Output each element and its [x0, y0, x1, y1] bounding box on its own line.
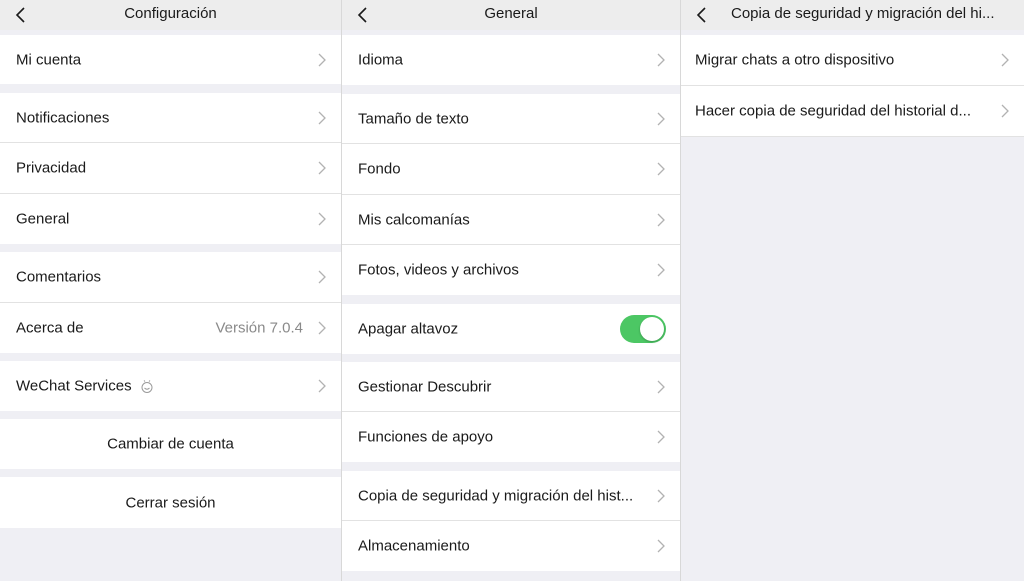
page-title: Copia de seguridad y migración del hi... [731, 5, 995, 22]
backup-item-migrate[interactable]: Migrar chats a otro dispositivo [681, 35, 1024, 86]
settings-screen: Configuración Mi cuenta Notificaciones P… [0, 0, 341, 581]
row-label: Copia de seguridad y migración del hist.… [358, 487, 634, 504]
chevron-right-icon [318, 53, 326, 66]
chevron-right-icon [318, 212, 326, 226]
settings-item-privacy[interactable]: Privacidad [0, 143, 341, 194]
row-label: Almacenamiento [358, 537, 470, 555]
row-label: Tamaño de texto [358, 110, 469, 127]
chevron-right-icon [657, 162, 665, 176]
chevron-right-icon [1001, 53, 1009, 67]
row-label: Notificaciones [16, 109, 110, 126]
row-label: Hacer copia de seguridad del historial d… [695, 102, 971, 120]
chevron-right-icon [1001, 104, 1009, 118]
chevron-right-icon [657, 263, 665, 277]
services-icon [141, 380, 153, 394]
back-icon[interactable] [695, 5, 709, 25]
general-item-manage-discover[interactable]: Gestionar Descubrir [342, 362, 680, 412]
general-item-stickers[interactable]: Mis calcomanías [342, 195, 680, 245]
general-item-background[interactable]: Fondo [342, 144, 680, 195]
chevron-right-icon [318, 161, 326, 175]
general-item-backup-migration[interactable]: Copia de seguridad y migración del hist.… [342, 471, 680, 521]
backup-screen: Copia de seguridad y migración del hi...… [680, 0, 1024, 581]
chevron-right-icon [657, 213, 665, 226]
speaker-off-toggle[interactable] [620, 315, 666, 343]
settings-item-feedback[interactable]: Comentarios [0, 252, 341, 303]
row-label: Idioma [358, 51, 404, 69]
version-label: Versión 7.0.4 [215, 319, 303, 337]
backup-item-backup-history[interactable]: Hacer copia de seguridad del historial d… [681, 86, 1024, 137]
settings-item-general[interactable]: General [0, 194, 341, 244]
row-label: Migrar chats a otro dispositivo [695, 51, 895, 69]
row-label: Apagar altavoz [358, 320, 459, 338]
row-label: Acerca de [16, 319, 84, 337]
general-item-support-features[interactable]: Funciones de apoyo [342, 412, 680, 462]
general-item-language[interactable]: Idioma [342, 35, 680, 85]
general-item-storage[interactable]: Almacenamiento [342, 521, 680, 571]
back-icon[interactable] [356, 5, 370, 25]
chevron-right-icon [318, 111, 326, 124]
switch-account-label: Cambiar de cuenta [107, 435, 234, 453]
row-label: Funciones de apoyo [358, 428, 494, 446]
settings-item-my-account[interactable]: Mi cuenta [0, 35, 341, 84]
chevron-right-icon [318, 379, 326, 393]
general-item-text-size[interactable]: Tamaño de texto [342, 94, 680, 144]
logout-button[interactable]: Cerrar sesión [0, 477, 341, 528]
wechat-services-label: WeChat Services [16, 377, 132, 395]
chevron-right-icon [318, 270, 326, 284]
chevron-right-icon [657, 489, 665, 502]
logout-label: Cerrar sesión [125, 494, 216, 511]
chevron-right-icon [657, 112, 665, 125]
row-label: WeChat Services [16, 378, 154, 395]
settings-navbar: Configuración [0, 0, 341, 30]
general-item-speaker-off: Apagar altavoz [342, 304, 680, 354]
row-label: Fondo [358, 160, 401, 178]
general-navbar: General [342, 0, 680, 30]
row-label: General [16, 210, 70, 228]
chevron-right-icon [657, 430, 665, 444]
settings-item-notifications[interactable]: Notificaciones [0, 93, 341, 143]
row-label: Comentarios [16, 268, 102, 286]
chevron-right-icon [657, 380, 665, 393]
row-label: Mi cuenta [16, 51, 82, 68]
row-label: Fotos, videos y archivos [358, 261, 519, 279]
general-screen: General Idioma Tamaño de texto Fondo Mis… [341, 0, 680, 581]
chevron-right-icon [318, 321, 326, 335]
row-label: Mis calcomanías [358, 211, 470, 228]
page-title: Configuración [124, 5, 217, 22]
chevron-right-icon [657, 539, 665, 553]
settings-item-about[interactable]: Acerca de Versión 7.0.4 [0, 303, 341, 353]
settings-item-wechat-services[interactable]: WeChat Services [0, 361, 341, 411]
page-title: General [484, 5, 538, 22]
backup-navbar: Copia de seguridad y migración del hi... [681, 0, 1024, 30]
chevron-right-icon [657, 53, 665, 67]
row-label: Privacidad [16, 159, 87, 177]
toggle-knob [640, 317, 664, 341]
back-icon[interactable] [14, 5, 28, 25]
switch-account-button[interactable]: Cambiar de cuenta [0, 419, 341, 469]
general-item-media[interactable]: Fotos, videos y archivos [342, 245, 680, 295]
row-label: Gestionar Descubrir [358, 378, 492, 395]
